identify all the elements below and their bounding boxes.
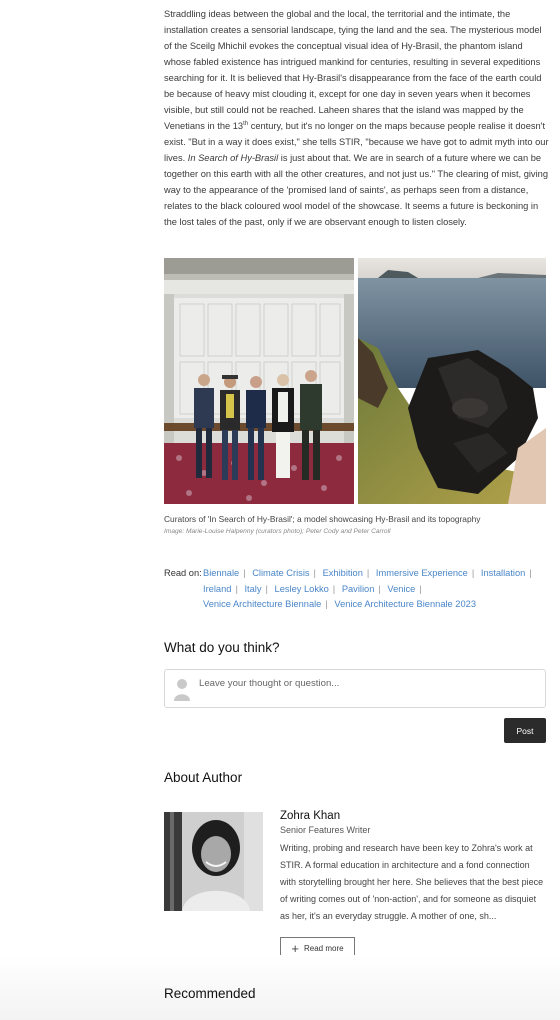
tag-items: Biennale | Climate Crisis | Exhibition | Im… <box>203 566 550 613</box>
tag-separator: | <box>265 583 268 594</box>
tag-separator: | <box>366 568 370 578</box>
tag-link[interactable]: Venice <box>387 584 415 594</box>
tag-separator: | <box>235 583 238 594</box>
article-text-part-1: Straddling ideas between the global and … <box>164 9 542 131</box>
tag-separator: | <box>332 583 336 594</box>
author-name: Zohra Khan <box>280 810 341 822</box>
comment-input[interactable] <box>199 676 537 690</box>
hy-brasil-model-photo[interactable] <box>358 258 546 504</box>
article-text-part-3: is just about that. We are in search of … <box>164 153 548 227</box>
tag-link[interactable]: Lesley Lokko <box>275 584 329 594</box>
tag-separator: | <box>378 583 381 594</box>
article-paragraph: Straddling ideas between the global and … <box>164 6 550 230</box>
page-fade <box>0 955 560 1020</box>
tag-separator: | <box>471 568 475 578</box>
tag-link[interactable]: Ireland <box>203 584 231 594</box>
comments-heading: What do you think? <box>164 640 280 655</box>
tag-link[interactable]: Italy <box>244 584 261 594</box>
tag-separator: | <box>325 599 328 609</box>
figure-credit: Image: Marie-Louise Halpenny (curators p… <box>164 528 391 535</box>
tag-link[interactable]: Biennale <box>203 568 239 578</box>
author-bio: Writing, probing and research have been … <box>280 843 544 921</box>
recommended-heading: Recommended <box>164 986 256 1001</box>
author-role: Senior Features Writer <box>280 825 371 835</box>
exhibition-title: In Search of Hy-Brasil <box>187 153 279 163</box>
tag-link[interactable]: Venice Architecture Biennale <box>203 599 321 609</box>
figure-images <box>164 258 546 504</box>
post-button[interactable]: Post <box>504 718 546 743</box>
tag-separator: | <box>313 568 316 578</box>
tag-link[interactable]: Exhibition <box>323 568 363 578</box>
tag-separator: | <box>419 583 422 594</box>
tags-label: Read on: <box>164 568 202 578</box>
tag-link[interactable]: Pavilion <box>342 584 375 594</box>
tag-link[interactable]: Venice Architecture Biennale 2023 <box>334 599 476 609</box>
tag-separator: | <box>243 568 246 578</box>
author-avatar <box>164 812 263 911</box>
article-body: Straddling ideas between the global and … <box>164 6 550 230</box>
tag-link[interactable]: Immersive Experience <box>376 568 468 578</box>
figure-caption: Curators of 'In Search of Hy-Brasil'; a … <box>164 514 481 524</box>
author-heading: About Author <box>164 770 243 785</box>
tag-link[interactable]: Climate Crisis <box>252 568 309 578</box>
plus-icon: + <box>291 941 299 956</box>
tag-link[interactable]: Installation <box>481 568 525 578</box>
tag-separator: | <box>529 568 532 578</box>
comment-box[interactable] <box>164 669 546 708</box>
user-avatar-icon <box>174 677 190 701</box>
read-more-label: Read more <box>304 944 344 953</box>
curators-photo[interactable] <box>164 258 354 504</box>
